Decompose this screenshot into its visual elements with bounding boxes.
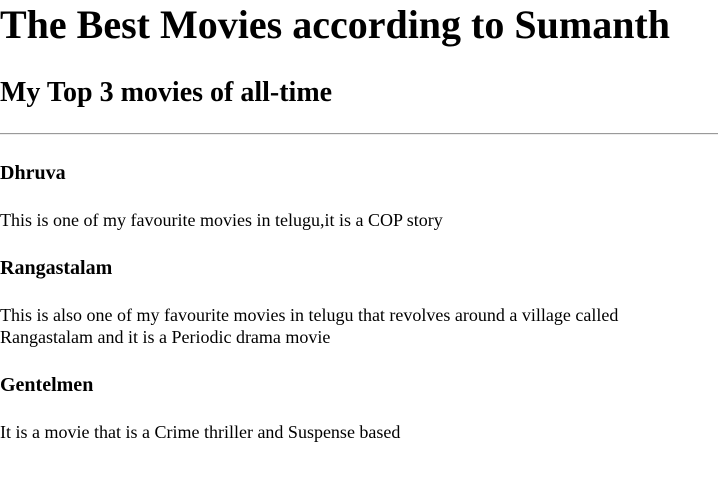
page-subtitle: My Top 3 movies of all-time [0,77,333,108]
movie-title: Rangastalam [0,257,113,279]
movie-title: Dhruva [0,162,66,184]
movie-item: Gentelmen It is a movie that is a Crime … [0,373,718,443]
movie-description: This is one of my favourite movies in te… [0,210,443,230]
movie-description: This is also one of my favourite movies … [0,305,619,347]
movie-list: Dhruva This is one of my favourite movie… [0,161,718,443]
page: The Best Movies according to Sumanth My … [0,0,718,443]
divider [0,133,718,135]
movie-item: Rangastalam This is also one of my favou… [0,256,718,348]
movie-description: It is a movie that is a Crime thriller a… [0,422,401,442]
page-title: The Best Movies according to Sumanth [0,2,670,47]
movie-title: Gentelmen [0,374,94,396]
movie-item: Dhruva This is one of my favourite movie… [0,161,718,231]
